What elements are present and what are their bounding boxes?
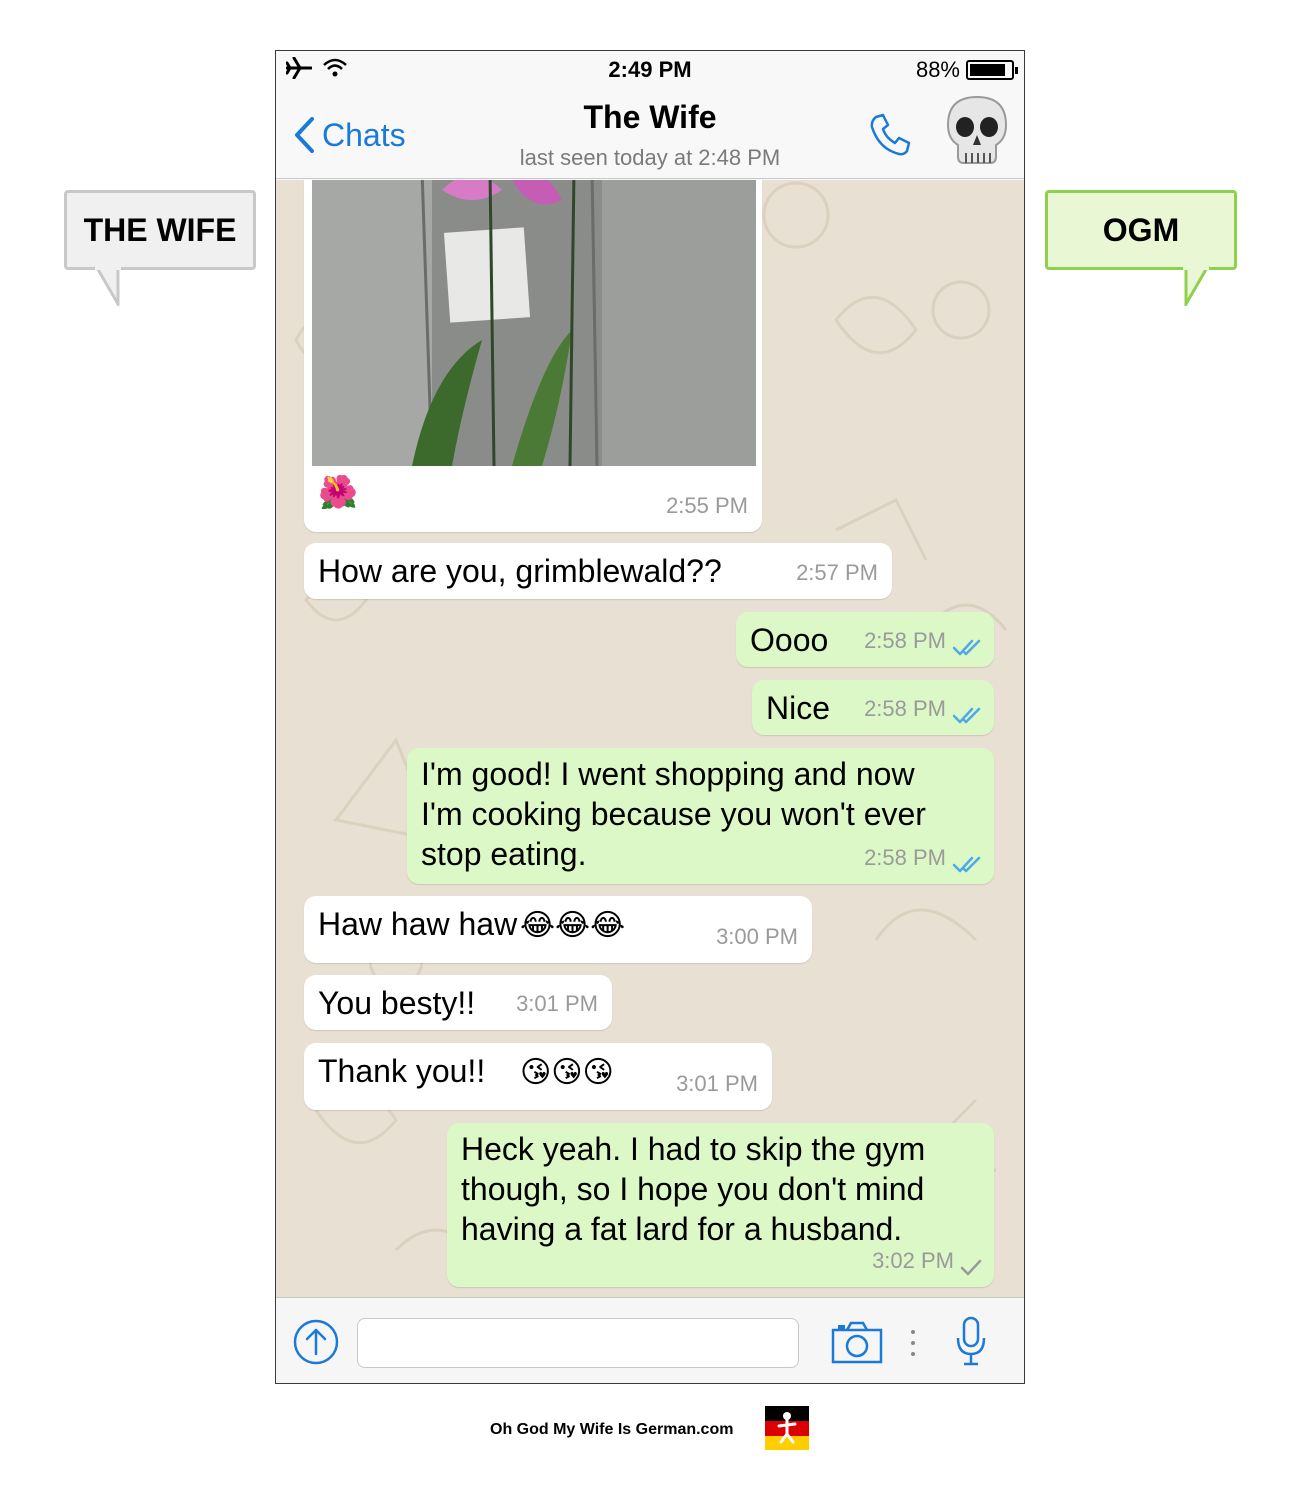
skull-avatar-icon[interactable] (942, 93, 1012, 173)
phone-screen: 2:49 PM 88% Chats The Wife last seen tod… (275, 50, 1025, 1384)
single-check-sent-icon (960, 1259, 982, 1276)
outgoing-message-bubble[interactable]: Oooo 2:58 PM (736, 612, 994, 667)
message-emoji: 😂😂😂 (520, 909, 626, 942)
message-timestamp: 2:58 PM (864, 628, 946, 653)
battery-icon (966, 60, 1018, 80)
callout-ogm-label: OGM (1102, 211, 1180, 248)
message-emoji: 😘😘😘 (520, 1056, 614, 1089)
message-timestamp: 3:01 PM (516, 991, 598, 1016)
status-bar: 2:49 PM 88% (276, 51, 1024, 91)
callout-the-wife-label: THE WIFE (83, 211, 237, 248)
callout-ogm: OGM (1045, 190, 1237, 270)
double-check-read-icon (952, 856, 981, 873)
message-text: Haw haw haw (318, 906, 518, 942)
message-timestamp: 2:58 PM (864, 696, 946, 721)
german-flag-logo-icon (765, 1406, 809, 1450)
outgoing-message-bubble[interactable]: I'm good! I went shopping and now I'm coo… (407, 748, 994, 884)
camera-icon[interactable] (831, 1320, 883, 1364)
phone-call-icon[interactable] (866, 111, 914, 159)
message-text-line: though, so I hope you don't mind (461, 1171, 925, 1207)
message-text-line: I'm good! I went shopping and now (421, 756, 915, 792)
incoming-message-bubble[interactable]: Haw haw haw 😂😂😂 3:00 PM (304, 896, 812, 963)
more-dots-icon[interactable] (908, 1328, 918, 1358)
message-timestamp: 2:57 PM (796, 560, 878, 585)
message-text-line: Heck yeah. I had to skip the gym (461, 1131, 926, 1167)
message-list[interactable]: 🌺 2:55 PM How are you, grimblewald?? 2:57 P… (276, 180, 1024, 1297)
incoming-message-bubble[interactable]: 🌺 2:55 PM (304, 180, 762, 532)
double-check-read-icon (952, 639, 981, 656)
message-text: Oooo (750, 622, 829, 658)
message-text: How are you, grimblewald?? (318, 553, 722, 589)
battery-level (970, 64, 1006, 76)
attach-upload-icon[interactable] (292, 1318, 340, 1366)
site-name[interactable]: Oh God My Wife Is German.com (490, 1421, 733, 1439)
message-timestamp: 2:58 PM (864, 845, 946, 870)
message-text: Nice (766, 690, 831, 726)
callout-the-wife: THE WIFE (64, 190, 256, 270)
chat-header: Chats The Wife last seen today at 2:48 P… (276, 91, 1024, 179)
message-timestamp: 3:00 PM (716, 924, 798, 949)
compose-bar (276, 1297, 1024, 1383)
callout-the-wife-tail (94, 266, 121, 306)
message-timestamp: 3:02 PM (872, 1248, 954, 1273)
battery-percent: 88% (915, 57, 960, 82)
site-footer: Oh God My Wife Is German.com (0, 1406, 1300, 1454)
message-text-line: I'm cooking because you won't ever (421, 796, 926, 832)
microphone-icon[interactable] (954, 1316, 988, 1368)
message-text: Thank you!! (318, 1053, 486, 1089)
double-check-read-icon (952, 707, 981, 724)
outgoing-message-bubble[interactable]: Nice 2:58 PM (752, 680, 994, 735)
incoming-message-bubble[interactable]: You besty!! 3:01 PM (304, 975, 612, 1030)
status-time: 2:49 PM (608, 57, 692, 82)
message-input[interactable] (357, 1318, 799, 1368)
incoming-message-bubble[interactable]: Thank you!! 😘😘😘 3:01 PM (304, 1043, 772, 1110)
message-timestamp: 2:55 PM (666, 493, 748, 518)
message-text: You besty!! (318, 985, 476, 1021)
message-timestamp: 3:01 PM (676, 1071, 758, 1096)
incoming-message-bubble[interactable]: How are you, grimblewald?? 2:57 PM (304, 543, 892, 599)
outgoing-message-bubble[interactable]: Heck yeah. I had to skip the gym though, … (447, 1123, 994, 1287)
callout-ogm-tail (1183, 266, 1210, 306)
orchid-photo-image[interactable] (312, 180, 756, 466)
photo-caption: 🌺 (318, 474, 358, 510)
